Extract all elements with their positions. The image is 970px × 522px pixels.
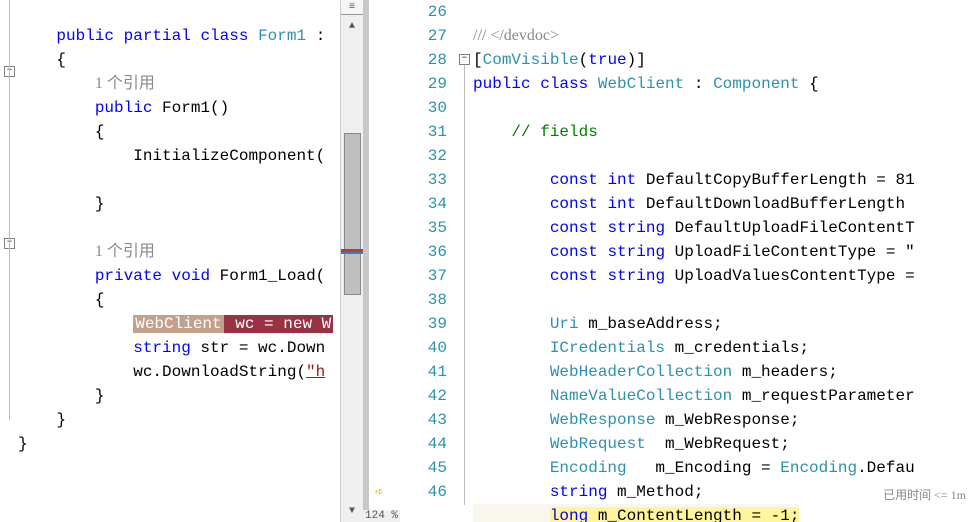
- code-line: {: [18, 51, 66, 69]
- code-line: }: [18, 411, 66, 429]
- scroll-down-icon[interactable]: ▼: [341, 500, 363, 522]
- code-line: /// </devdoc>: [473, 27, 559, 45]
- code-line: long m_ContentLength = -1;: [473, 504, 799, 522]
- perf-lens-elapsed[interactable]: 已用时间 <= 1m: [883, 486, 966, 503]
- code-line: // fields: [473, 123, 598, 141]
- fold-toggle-icon[interactable]: −: [459, 54, 470, 65]
- split-window-handle-icon[interactable]: ≡: [341, 0, 363, 15]
- current-statement-arrow-icon: ➪: [375, 484, 383, 501]
- code-line: public class WebClient : Component {: [473, 75, 819, 93]
- code-line: NameValueCollection m_requestParameter: [473, 387, 915, 405]
- code-line: WebResponse m_WebResponse;: [473, 411, 799, 429]
- scrollbar-error-marker: [341, 249, 363, 252]
- codelens-reference[interactable]: 1 个引用: [18, 243, 155, 261]
- code-line: string m_Method;: [473, 483, 703, 501]
- editor-viewport: − − public partial class Form1 : { 1 个引用…: [0, 0, 970, 522]
- right-editor-pane[interactable]: ➪ 26 27 28 29 30 31 32 33 34 35 36 37 38…: [369, 0, 970, 522]
- scroll-up-icon[interactable]: ▲: [341, 15, 363, 37]
- code-line: }: [18, 435, 28, 453]
- line-number-gutter[interactable]: 26 27 28 29 30 31 32 33 34 35 36 37 38 3…: [399, 0, 455, 522]
- code-line: }: [18, 387, 104, 405]
- code-line: WebRequest m_WebRequest;: [473, 435, 790, 453]
- code-line: WebHeaderCollection m_headers;: [473, 363, 838, 381]
- code-line: const string UploadFileContentType = ": [473, 243, 915, 261]
- scrollbar-thumb[interactable]: [344, 133, 361, 295]
- code-line: private void Form1_Load(: [18, 267, 325, 285]
- code-line: const int DefaultDownloadBufferLength: [473, 195, 905, 213]
- left-vertical-scrollbar[interactable]: ≡ ▲ ▼: [340, 0, 363, 522]
- code-line: WebClient wc = new W: [18, 315, 333, 333]
- scrollbar-track[interactable]: [341, 37, 363, 497]
- code-line: {: [18, 123, 104, 141]
- glyph-margin[interactable]: ➪: [369, 0, 399, 522]
- code-line: {: [18, 291, 104, 309]
- left-editor-pane[interactable]: − − public partial class Form1 : { 1 个引用…: [0, 0, 363, 522]
- code-line: const string DefaultUploadFileContentT: [473, 219, 915, 237]
- right-outline-gutter[interactable]: −: [455, 0, 473, 522]
- code-line: public partial class Form1 :: [18, 27, 325, 45]
- code-line: const int DefaultCopyBufferLength = 81: [473, 171, 915, 189]
- code-line: }: [18, 195, 104, 213]
- code-line: Encoding m_Encoding = Encoding.Defau: [473, 459, 915, 477]
- code-line: Uri m_baseAddress;: [473, 315, 723, 333]
- codelens-reference[interactable]: 1 个引用: [18, 75, 155, 93]
- code-line: InitializeComponent(: [18, 147, 325, 165]
- code-line: public Form1(): [18, 99, 229, 117]
- left-outline-gutter[interactable]: − −: [0, 0, 18, 522]
- code-line: [ComVisible(true)]: [473, 51, 646, 69]
- code-line: const string UploadValuesContentType =: [473, 267, 915, 285]
- code-line: ICredentials m_credentials;: [473, 339, 809, 357]
- right-code-area[interactable]: /// </devdoc> [ComVisible(true)] public …: [473, 0, 970, 522]
- code-line: string str = wc.Down: [18, 339, 325, 357]
- left-code-area[interactable]: public partial class Form1 : { 1 个引用 pub…: [18, 0, 341, 504]
- zoom-level-label[interactable]: 124 %: [363, 510, 400, 522]
- code-line: wc.DownloadString("h: [18, 363, 325, 381]
